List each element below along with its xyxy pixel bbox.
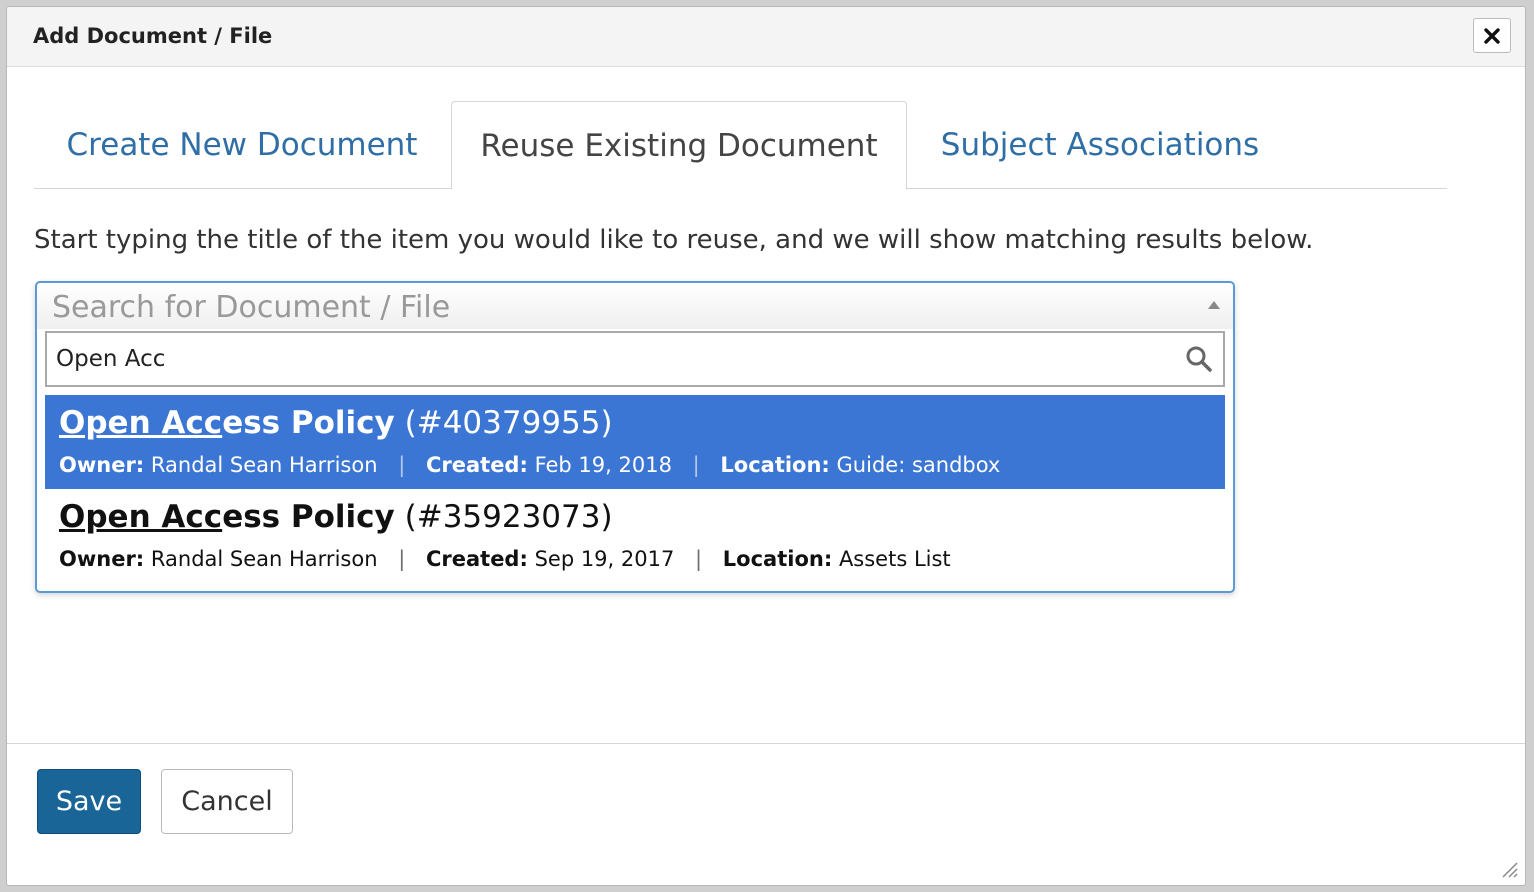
result-id: (#35923073) — [404, 499, 613, 535]
owner-value: Randal Sean Harrison — [150, 453, 378, 477]
created-label: Created: — [425, 547, 528, 571]
search-input[interactable] — [47, 333, 1223, 385]
close-icon — [1484, 27, 1500, 44]
tab-bar: Create New Document Reuse Existing Docum… — [34, 101, 1447, 190]
location-value: Guide: sandbox — [836, 453, 1001, 477]
cancel-button[interactable]: Cancel — [161, 769, 293, 834]
created-value: Sep 19, 2017 — [534, 547, 675, 571]
result-item[interactable]: Open Access Policy (#40379955) Owner: Ra… — [45, 395, 1225, 489]
dialog-title: Add Document / File — [33, 24, 273, 48]
tab-reuse-existing-document[interactable]: Reuse Existing Document — [451, 101, 907, 190]
result-title-name: Open Access Policy — [59, 499, 395, 535]
instruction-text: Start typing the title of the item you w… — [34, 225, 1314, 255]
location-value: Assets List — [838, 547, 951, 571]
result-id: (#40379955) — [404, 405, 613, 441]
footer-divider — [7, 743, 1525, 744]
result-meta: Owner: Randal Sean Harrison | Created: F… — [59, 453, 1000, 477]
result-title-match: Open Acc — [59, 499, 223, 535]
owner-label: Owner: — [59, 453, 145, 477]
location-label: Location: — [722, 547, 833, 571]
owner-label: Owner: — [59, 547, 145, 571]
add-document-dialog: Add Document / File Create New Document … — [6, 6, 1526, 886]
meta-separator: | — [398, 453, 406, 477]
tab-create-new-document[interactable]: Create New Document — [34, 101, 450, 189]
chevron-up-icon[interactable] — [1208, 301, 1220, 309]
created-label: Created: — [425, 453, 528, 477]
close-button[interactable] — [1473, 18, 1511, 53]
result-meta: Owner: Randal Sean Harrison | Created: S… — [59, 547, 951, 571]
result-title-rest: ess Policy — [222, 405, 395, 441]
result-title-name: Open Access Policy — [59, 405, 395, 441]
location-label: Location: — [720, 453, 830, 477]
result-title: Open Access Policy (#35923073) — [59, 499, 613, 535]
result-title-match: Open Acc — [59, 405, 223, 441]
search-icon — [1186, 346, 1212, 372]
result-item[interactable]: Open Access Policy (#35923073) Owner: Ra… — [45, 489, 1225, 583]
dialog-titlebar: Add Document / File — [7, 7, 1525, 67]
result-title: Open Access Policy (#40379955) — [59, 405, 613, 441]
tab-subject-associations[interactable]: Subject Associations — [910, 101, 1290, 189]
created-value: Feb 19, 2018 — [534, 453, 672, 477]
resize-grip-icon[interactable] — [1497, 857, 1519, 879]
select-header[interactable]: Search for Document / File — [37, 283, 1233, 329]
meta-separator: | — [398, 547, 406, 571]
search-field-wrapper — [45, 331, 1225, 387]
select-placeholder: Search for Document / File — [52, 290, 451, 325]
meta-separator: | — [692, 453, 700, 477]
meta-separator: | — [695, 547, 703, 571]
result-title-rest: ess Policy — [222, 499, 395, 535]
document-select-dropdown[interactable]: Search for Document / File Open Access P… — [35, 281, 1235, 593]
owner-value: Randal Sean Harrison — [150, 547, 378, 571]
save-button[interactable]: Save — [37, 769, 141, 834]
